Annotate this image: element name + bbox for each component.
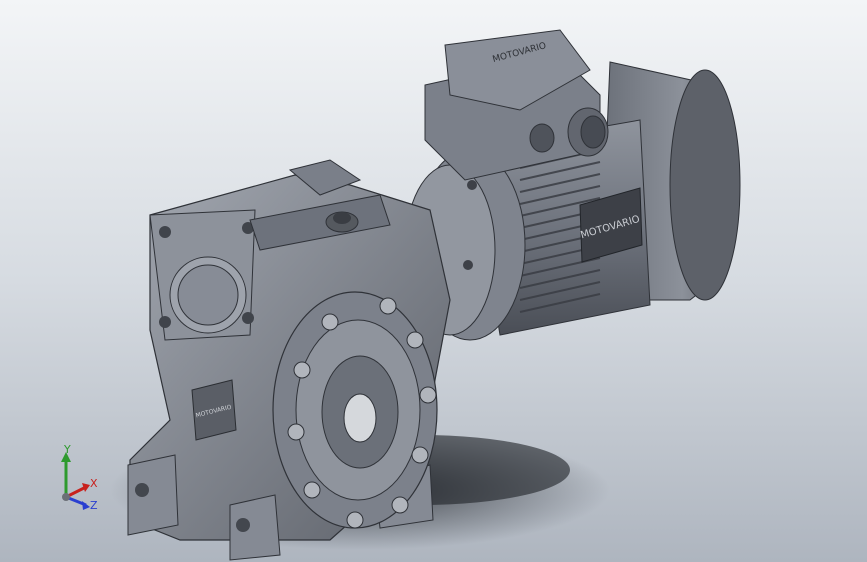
triad-z-label: Z xyxy=(90,499,98,512)
triad-y-label: Y xyxy=(64,443,71,456)
gearmotor-model[interactable]: MOTOVARIO MOTOVARIO MOTOVARIO xyxy=(0,0,867,562)
gearbox-output-flange[interactable] xyxy=(272,291,438,529)
output-shaft-bore xyxy=(343,393,377,443)
gearbox-input-flange[interactable] xyxy=(149,209,256,341)
breather-plug xyxy=(325,211,359,233)
graphics-viewport[interactable]: MOTOVARIO MOTOVARIO MOTOVARIO Y X Z xyxy=(0,0,867,562)
cable-gland xyxy=(567,107,609,157)
triad-axes xyxy=(61,452,90,510)
triad-x-label: X xyxy=(90,477,98,490)
cable-port xyxy=(529,123,555,153)
gearbox-nameplate: MOTOVARIO xyxy=(191,379,237,441)
coordinate-triad: Y X Z xyxy=(52,442,112,520)
